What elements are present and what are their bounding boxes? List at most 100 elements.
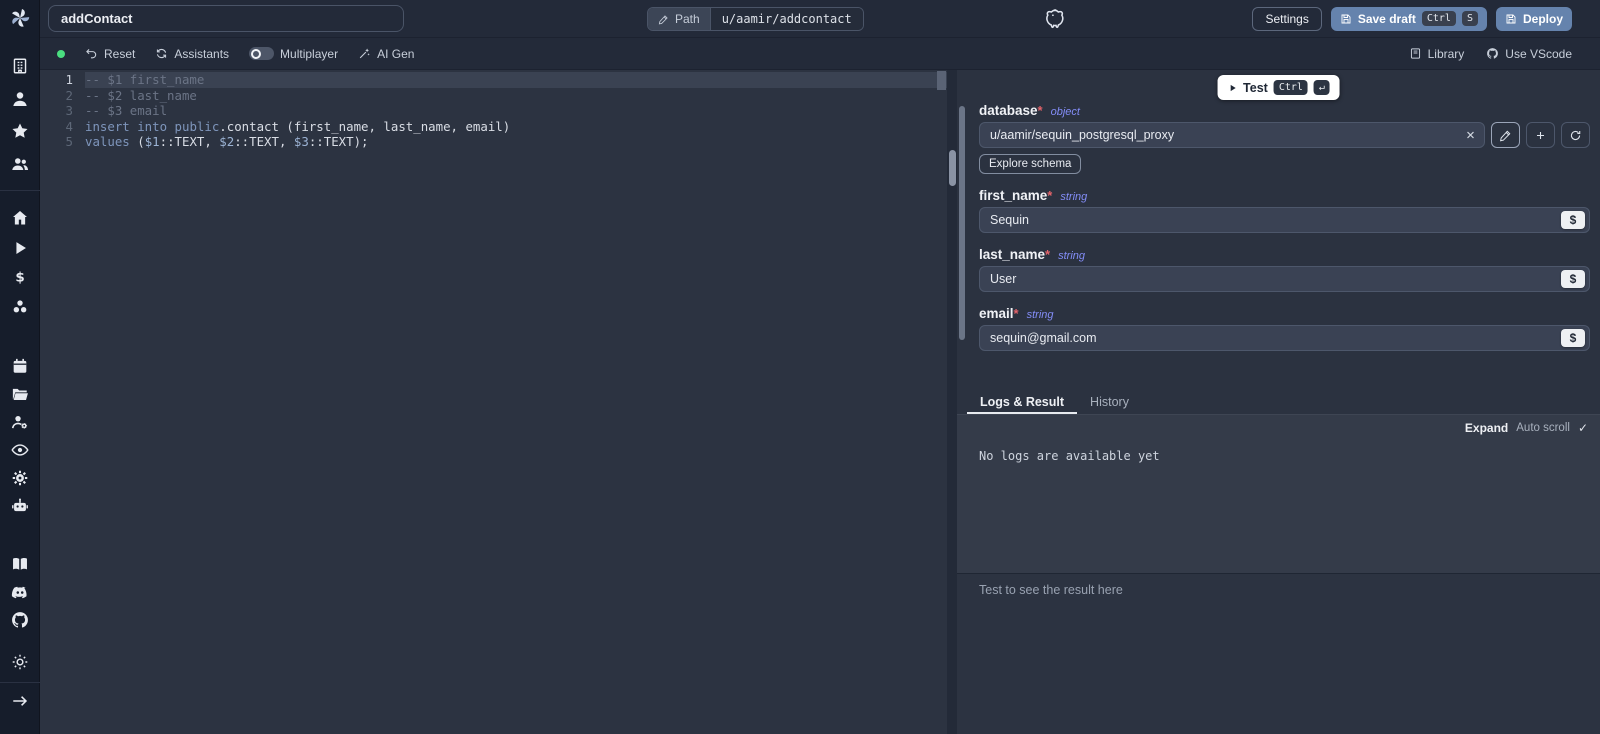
sidebar-item-home[interactable] <box>10 209 29 228</box>
save-draft-label: Save draft <box>1358 12 1416 26</box>
sidebar-item-user[interactable] <box>10 89 29 108</box>
check-icon[interactable]: ✓ <box>1578 421 1588 435</box>
sidebar-item-folders[interactable] <box>10 385 29 404</box>
panel-splitter[interactable] <box>947 70 957 734</box>
email-input[interactable] <box>979 325 1590 351</box>
database-input[interactable] <box>979 122 1485 148</box>
refresh-resource-button[interactable] <box>1561 122 1590 148</box>
autoscroll-label[interactable]: Auto scroll <box>1516 422 1570 434</box>
postgresql-icon <box>1044 7 1067 30</box>
library-button[interactable]: Library <box>1409 47 1465 61</box>
sync-icon <box>155 47 168 60</box>
path-badge[interactable]: Path u/aamir/addcontact <box>647 7 864 31</box>
sidebar <box>0 0 40 734</box>
sidebar-item-favorites[interactable] <box>10 122 29 141</box>
tab-history[interactable]: History <box>1077 392 1142 414</box>
folders-icon <box>10 385 29 404</box>
path-value: u/aamir/addcontact <box>710 8 863 30</box>
workspace-icon <box>10 57 29 76</box>
required-mark: * <box>1047 188 1052 203</box>
plus-icon <box>1534 129 1547 142</box>
deploy-button[interactable]: Deploy <box>1496 7 1572 31</box>
resources-icon <box>10 297 29 316</box>
sidebar-item-audit-logs[interactable] <box>10 441 29 460</box>
sidebar-divider <box>0 190 40 191</box>
field-name: first_name <box>979 188 1047 203</box>
save-draft-button[interactable]: Save draft Ctrl S <box>1331 7 1487 31</box>
toggle-switch[interactable] <box>249 47 274 60</box>
result-placeholder: Test to see the result here <box>979 583 1600 597</box>
editor-toolbar: Reset Assistants Multiplayer AI Gen Libr… <box>40 38 1600 70</box>
topbar: Path u/aamir/addcontact Settings Save dr… <box>40 0 1600 38</box>
test-label: Test <box>1243 81 1268 95</box>
sidebar-item-resources[interactable] <box>10 297 29 316</box>
add-resource-button[interactable] <box>1526 122 1555 148</box>
variables-icon <box>10 268 29 287</box>
windmill-logo-icon[interactable] <box>8 6 32 30</box>
line-number: 1 <box>40 72 73 88</box>
library-icon <box>1409 47 1422 60</box>
assistants-button[interactable]: Assistants <box>155 47 229 61</box>
line-content: -- $2 last_name <box>85 88 947 104</box>
expand-button[interactable]: Expand <box>1465 421 1508 435</box>
docs-icon <box>10 555 29 574</box>
ai-gen-button[interactable]: AI Gen <box>358 47 414 61</box>
sidebar-item-groups[interactable] <box>10 154 29 173</box>
sidebar-item-variables[interactable] <box>10 268 29 287</box>
last-name-input[interactable] <box>979 266 1590 292</box>
kbd-s: S <box>1462 11 1478 26</box>
first-name-input[interactable] <box>979 207 1590 233</box>
code-line[interactable]: 2-- $2 last_name <box>40 88 947 104</box>
sidebar-item-settings[interactable] <box>10 469 29 488</box>
code-line[interactable]: 1-- $1 first_name <box>40 72 947 88</box>
schedules-icon <box>10 357 29 376</box>
script-name-input[interactable] <box>48 5 404 32</box>
explore-schema-button[interactable]: Explore schema <box>979 154 1081 174</box>
variable-picker-button[interactable]: $ <box>1561 329 1585 347</box>
required-mark: * <box>1038 103 1043 118</box>
home-icon <box>10 209 29 228</box>
multiplayer-toggle[interactable]: Multiplayer <box>249 47 338 61</box>
groups-icon <box>10 154 29 173</box>
required-mark: * <box>1014 306 1019 321</box>
variable-picker-button[interactable]: $ <box>1561 270 1585 288</box>
github-icon <box>10 611 29 630</box>
settings-button[interactable]: Settings <box>1252 7 1321 31</box>
sidebar-item-github[interactable] <box>10 611 29 630</box>
test-button[interactable]: Test Ctrl ↵ <box>1217 75 1340 100</box>
sidebar-item-theme[interactable] <box>10 653 29 672</box>
result-tabs: Logs & Result History <box>957 392 1600 415</box>
kbd-enter: ↵ <box>1314 80 1330 95</box>
github-icon <box>1486 47 1499 60</box>
sidebar-item-ai[interactable] <box>10 497 29 516</box>
result-pane: Test to see the result here <box>957 573 1600 734</box>
panel-scrollbar[interactable] <box>959 106 965 340</box>
sidebar-item-docs[interactable] <box>10 555 29 574</box>
edit-resource-button[interactable] <box>1491 122 1520 148</box>
code-line[interactable]: 5values ($1::TEXT, $2::TEXT, $3::TEXT); <box>40 134 947 150</box>
code-line[interactable]: 4insert into public.contact (first_name,… <box>40 119 947 135</box>
sidebar-item-workers[interactable] <box>10 413 29 432</box>
field-name: database <box>979 103 1038 118</box>
code-editor[interactable]: 1-- $1 first_name2-- $2 last_name3-- $3 … <box>40 70 947 734</box>
use-vscode-button[interactable]: Use VScode <box>1486 47 1572 61</box>
sidebar-item-collapse[interactable] <box>10 692 29 711</box>
line-content: -- $3 email <box>85 103 947 119</box>
assistants-label: Assistants <box>174 47 229 61</box>
sidebar-item-schedules[interactable] <box>10 357 29 376</box>
sidebar-item-workspace[interactable] <box>10 57 29 76</box>
sidebar-item-discord[interactable] <box>10 583 29 602</box>
tab-logs-result[interactable]: Logs & Result <box>967 392 1077 414</box>
variable-picker-button[interactable]: $ <box>1561 211 1585 229</box>
sidebar-item-runs[interactable] <box>10 238 29 257</box>
clear-icon[interactable] <box>1464 129 1477 142</box>
theme-icon <box>10 653 29 672</box>
editor-scrollbar[interactable] <box>937 71 946 90</box>
favorites-icon <box>10 122 29 141</box>
deploy-label: Deploy <box>1523 12 1563 26</box>
logs-pane: Expand Auto scroll ✓ No logs are availab… <box>957 415 1600 573</box>
reset-button[interactable]: Reset <box>85 47 135 61</box>
splitter-handle[interactable] <box>949 150 956 186</box>
code-line[interactable]: 3-- $3 email <box>40 103 947 119</box>
field-type: string <box>1058 250 1085 262</box>
